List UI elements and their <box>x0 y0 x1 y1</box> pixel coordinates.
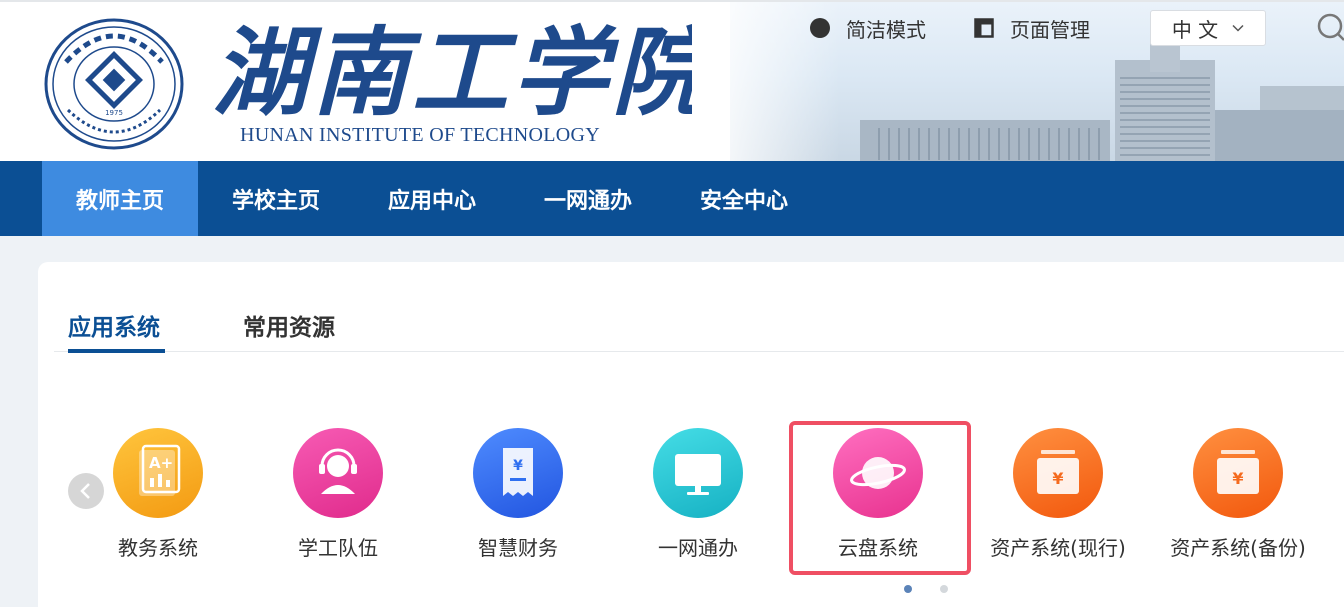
svg-text:A+: A+ <box>149 454 173 472</box>
active-tab-indicator <box>68 349 165 353</box>
content-tabs: 应用系统 常用资源 <box>54 292 1344 353</box>
app-asset-system-current[interactable]: ¥ 资产系统(现行) <box>968 428 1148 568</box>
school-name-calligraphy[interactable]: 湖南工学院 <box>212 14 692 124</box>
window-icon <box>974 18 994 38</box>
app-student-affairs-team[interactable]: 学工队伍 <box>248 428 428 568</box>
page-management-button[interactable]: 页面管理 <box>974 14 1090 43</box>
simple-mode-label: 简洁模式 <box>846 17 926 42</box>
header: 1975 湖南工学院 HUNAN INSTITUTE OF TECHNOLOGY… <box>0 0 1344 161</box>
pagination-dot-active[interactable] <box>904 585 912 593</box>
app-label: 资产系统(备份) <box>1170 536 1306 560</box>
tab-app-systems[interactable]: 应用系统 <box>68 308 160 342</box>
campus-building-windows <box>870 128 1100 160</box>
svg-text:¥: ¥ <box>513 458 523 474</box>
svg-text:¥: ¥ <box>1052 469 1063 488</box>
school-name-en: HUNAN INSTITUTE OF TECHNOLOGY <box>240 124 600 146</box>
app-asset-system-backup[interactable]: ¥ 资产系统(备份) <box>1148 428 1328 568</box>
app-label: 学工队伍 <box>298 536 378 560</box>
simple-mode-button[interactable]: 简洁模式 <box>810 14 926 43</box>
search-icon[interactable] <box>1314 12 1344 42</box>
campus-building-tower <box>1150 42 1180 72</box>
app-academic-affairs[interactable]: A+ 教务系统 <box>68 428 248 568</box>
app-smart-finance[interactable]: ¥ 智慧财务 <box>428 428 608 568</box>
page-management-label: 页面管理 <box>1010 17 1090 42</box>
nav-item-label: 安全中心 <box>699 188 788 214</box>
monitor-icon <box>653 428 743 518</box>
app-label: 智慧财务 <box>478 536 558 560</box>
nav-item-one-stop-service[interactable]: 一网通办 <box>510 161 666 236</box>
headset-user-icon <box>293 428 383 518</box>
nav-item-teacher-home[interactable]: 教师主页 <box>42 161 198 236</box>
nav-item-label: 应用中心 <box>387 188 476 214</box>
app-one-stop-service[interactable]: 一网通办 <box>608 428 788 568</box>
carousel-pagination <box>904 585 976 593</box>
nav-item-app-center[interactable]: 应用中心 <box>354 161 510 236</box>
campus-main-building-windows <box>1120 72 1210 161</box>
tab-common-resources[interactable]: 常用资源 <box>243 308 335 342</box>
language-selected: 中 文 <box>1171 17 1219 42</box>
circle-dot-icon <box>810 18 830 38</box>
svg-text:¥: ¥ <box>1232 469 1243 488</box>
nav-item-label: 学校主页 <box>231 188 320 214</box>
nav-item-security-center[interactable]: 安全中心 <box>666 161 822 236</box>
receipt-yuan-icon: ¥ <box>473 428 563 518</box>
chevron-down-icon <box>1232 24 1244 32</box>
main-nav: 教师主页 学校主页 应用中心 一网通办 安全中心 <box>0 161 1344 236</box>
highlight-box <box>789 421 971 575</box>
nav-item-school-home[interactable]: 学校主页 <box>198 161 354 236</box>
school-name-cn: 湖南工学院 <box>212 16 692 124</box>
nav-item-label: 一网通办 <box>543 188 632 214</box>
nav-item-label: 教师主页 <box>75 188 164 214</box>
app-label: 资产系统(现行) <box>990 536 1126 560</box>
asset-yuan-icon: ¥ <box>1193 428 1283 518</box>
campus-building <box>1215 110 1344 161</box>
grades-document-icon: A+ <box>113 428 203 518</box>
pagination-dot[interactable] <box>940 585 948 593</box>
asset-yuan-icon: ¥ <box>1013 428 1103 518</box>
seal-year: 1975 <box>105 109 123 117</box>
top-tools: 简洁模式 页面管理 <box>810 10 1138 46</box>
app-label: 教务系统 <box>118 536 198 560</box>
language-select[interactable]: 中 文 <box>1150 10 1266 46</box>
school-seal-logo[interactable]: 1975 <box>44 18 184 150</box>
app-label: 一网通办 <box>658 536 738 560</box>
